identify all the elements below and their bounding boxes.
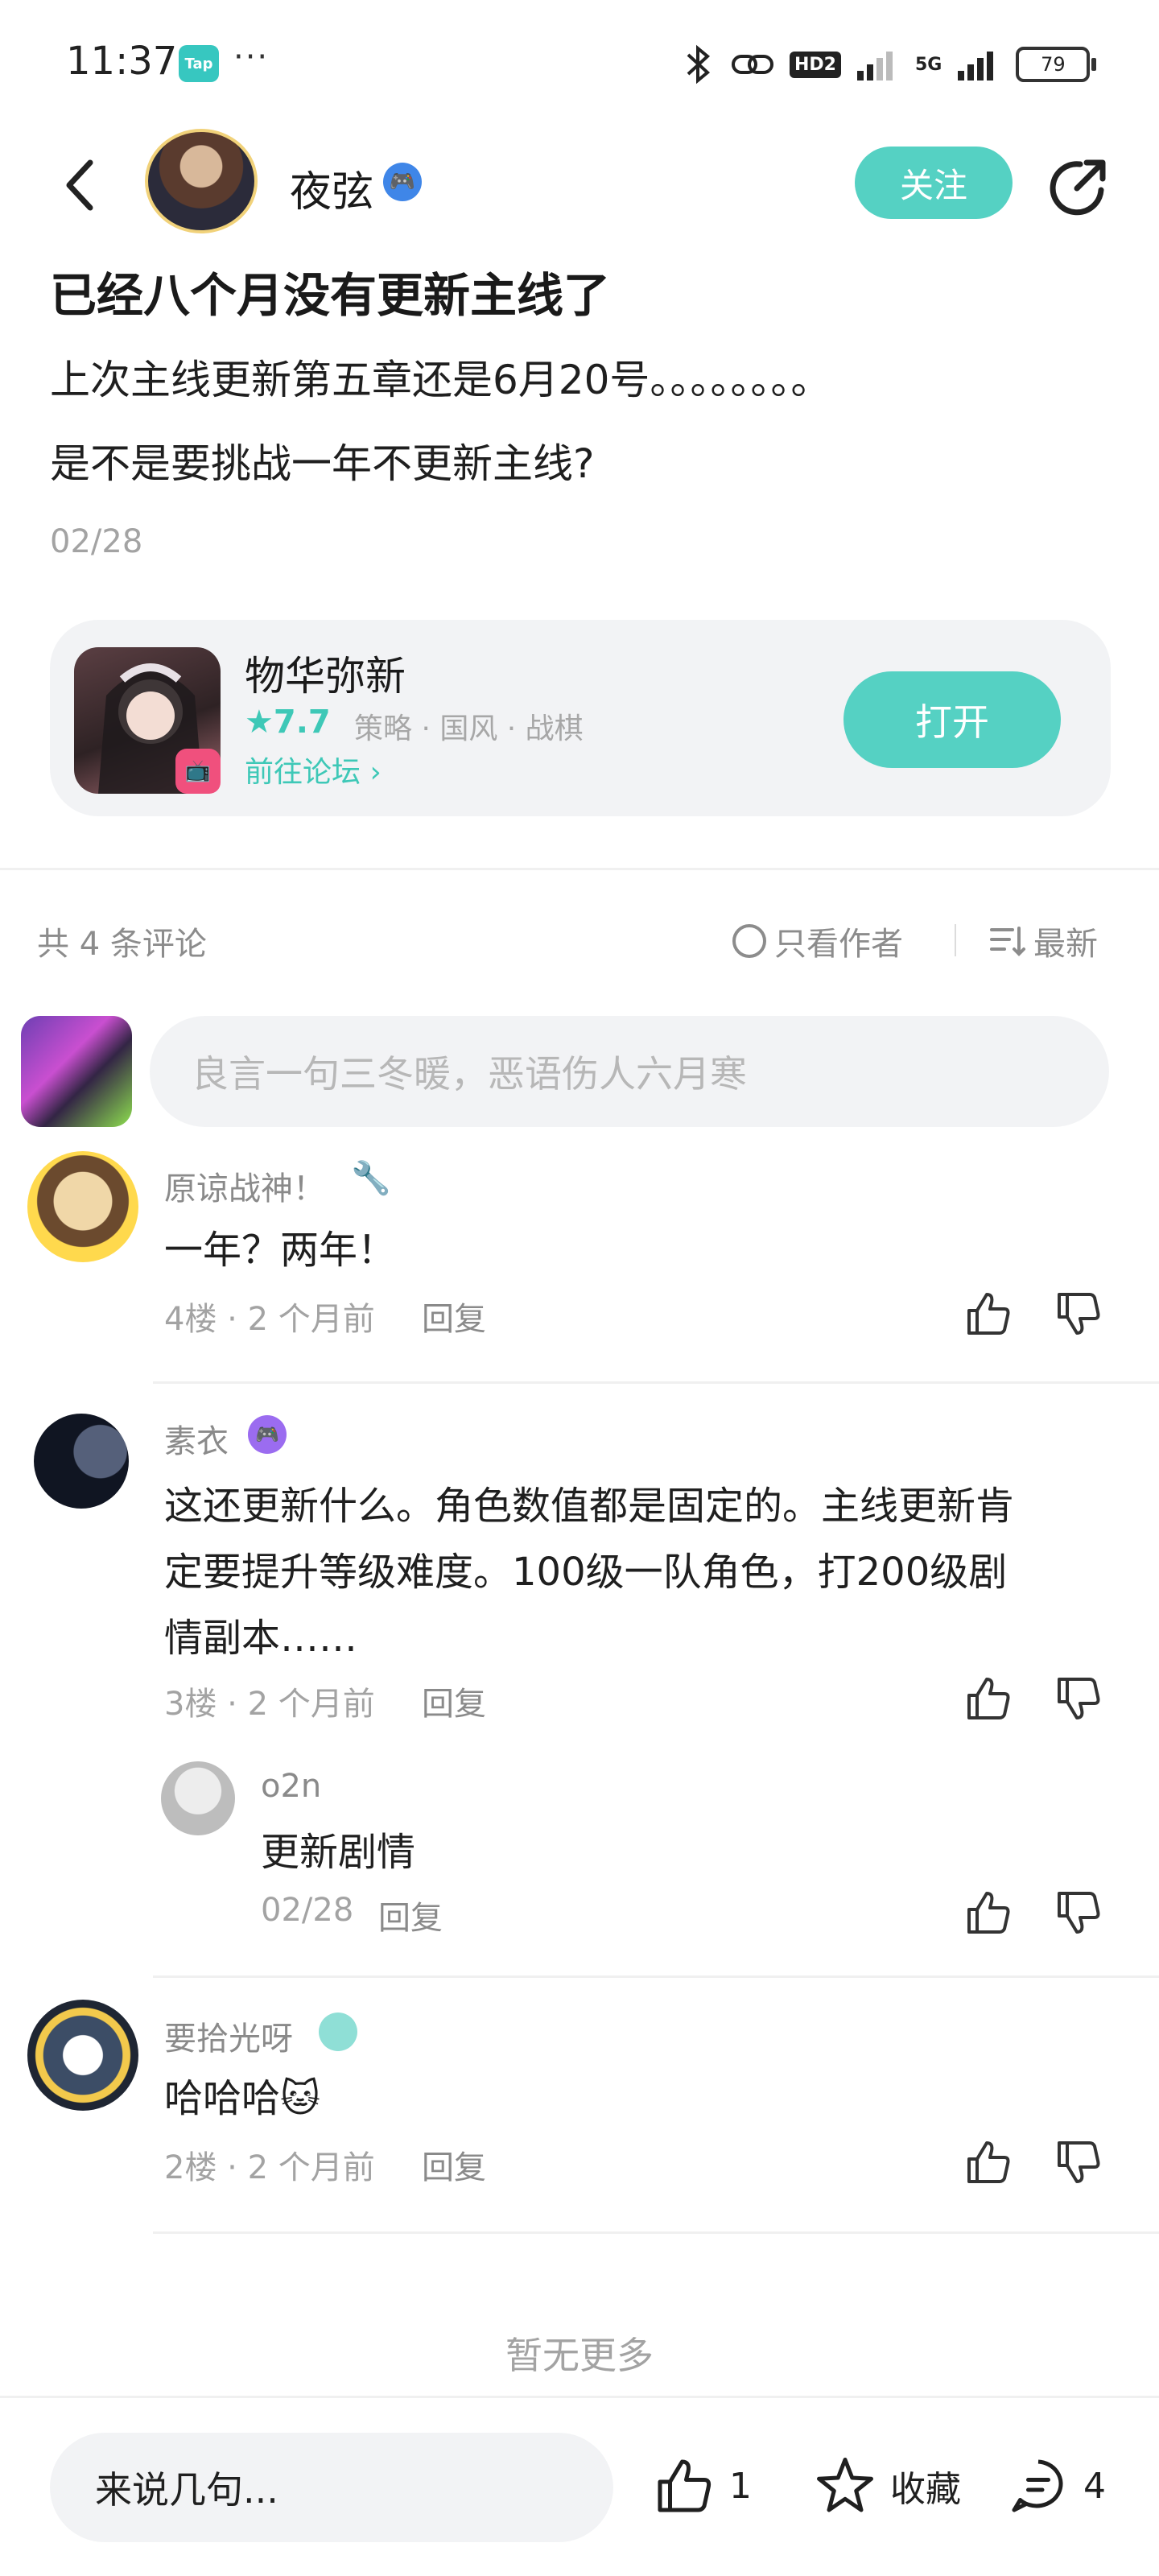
like-icon[interactable] [963, 1288, 1014, 1340]
dislike-icon[interactable] [1053, 2136, 1104, 2188]
forum-link[interactable]: 前往论坛 › [245, 749, 382, 791]
reply-button[interactable]: 回复 [422, 1293, 486, 1340]
status-indicators: HD2 5G 79 [680, 42, 1097, 87]
game-rating: ★7.7 [245, 704, 331, 741]
bilibili-icon: 📺 [175, 749, 221, 794]
status-time: 11:37 [66, 39, 178, 84]
post-body-line: 是不是要挑战一年不更新主线? [50, 440, 595, 487]
comment-separator [153, 1381, 1159, 1384]
comment-body-line: 定要提升等级难度。100级一队角色，打200级剧 [164, 1550, 1008, 1595]
comment-body: 哈哈哈🐱 [164, 2076, 321, 2121]
battery-level: 79 [1041, 53, 1066, 76]
commenter-avatar[interactable] [27, 1151, 138, 1262]
commenter-avatar[interactable] [27, 2000, 138, 2111]
hd-network-badge: HD2 [790, 51, 841, 78]
star-icon [817, 2458, 873, 2512]
dislike-icon[interactable] [1053, 1288, 1104, 1340]
radio-circle-icon [732, 924, 766, 958]
share-icon[interactable] [1045, 155, 1111, 221]
divider [955, 924, 956, 956]
back-button[interactable] [56, 153, 105, 217]
sort-label: 最新 [1033, 926, 1098, 963]
commenter-avatar[interactable] [34, 1414, 129, 1509]
comment-username[interactable]: 原谅战神！ [164, 1162, 325, 1209]
reply-avatar[interactable] [161, 1761, 235, 1835]
bottom-like-button[interactable]: 1 [652, 2454, 752, 2518]
section-divider [0, 868, 1159, 870]
like-icon[interactable] [963, 1887, 1014, 1938]
author-name[interactable]: 夜弦 [290, 158, 373, 218]
game-controller-badge-icon: 🎮 [383, 163, 422, 201]
like-icon [658, 2459, 711, 2512]
comment-count-badge: 4 [1083, 2465, 1106, 2507]
post-title: 已经八个月没有更新主线了 [50, 268, 611, 323]
bluetooth-icon [687, 44, 711, 85]
like-icon[interactable] [963, 2136, 1014, 2188]
comment-username[interactable]: 素衣 [164, 1415, 229, 1462]
comment-count: 共 4 条评论 [37, 926, 207, 963]
comment-body-line: 情副本…… [164, 1616, 358, 1661]
sort-icon [990, 927, 1025, 956]
comment-bubble-icon [1012, 2459, 1063, 2512]
comment-meta: 3楼 · 2 个月前 [164, 1686, 375, 1723]
reply-button[interactable]: 回复 [422, 2141, 486, 2188]
game-name[interactable]: 物华弥新 [245, 644, 406, 702]
like-count: 1 [729, 2465, 752, 2507]
sort-button[interactable]: 最新 [988, 918, 1098, 964]
network-type-label: 5G [914, 54, 942, 75]
comment-body: 一年？两年！ [164, 1228, 397, 1273]
more-notifications-icon: ··· [233, 39, 270, 76]
link-icon [732, 55, 773, 74]
comment-separator [153, 2231, 1159, 2234]
my-avatar [21, 1016, 132, 1127]
comment-body-line: 这还更新什么。角色数值都是固定的。主线更新肯 [164, 1484, 1015, 1529]
follow-button[interactable]: 关注 [855, 147, 1013, 219]
reply-meta: 02/28 [261, 1892, 354, 1929]
favorite-label: 收藏 [890, 2469, 961, 2510]
favorite-button[interactable]: 收藏 [813, 2454, 961, 2518]
reply-button[interactable]: 回复 [378, 1892, 443, 1938]
only-author-label: 只看作者 [774, 926, 903, 963]
battery-indicator: 79 [1016, 47, 1097, 82]
comment-meta: 2楼 · 2 个月前 [164, 2149, 375, 2186]
comments-button[interactable]: 4 [1006, 2454, 1106, 2518]
tap-app-icon: Tap [179, 45, 219, 82]
comment-meta: 4楼 · 2 个月前 [164, 1301, 375, 1338]
comment-input[interactable]: 良言一句三冬暖，恶语伤人六月寒 [150, 1016, 1109, 1127]
reply-button[interactable]: 回复 [422, 1678, 486, 1724]
post-date: 02/28 [50, 523, 143, 560]
open-game-button[interactable]: 打开 [843, 671, 1061, 768]
like-icon[interactable] [963, 1673, 1014, 1724]
bottom-comment-input[interactable]: 来说几句... [50, 2433, 613, 2542]
author-avatar[interactable] [145, 129, 258, 233]
comment-separator [153, 1975, 1159, 1978]
dislike-icon[interactable] [1053, 1673, 1104, 1724]
post-body-line: 上次主线更新第五章还是6月20号。。。。。。。。 [50, 357, 831, 403]
dislike-icon[interactable] [1053, 1887, 1104, 1938]
only-author-toggle[interactable]: 只看作者 [732, 918, 903, 964]
game-tags: 策略 · 国风 · 战棋 [354, 712, 584, 745]
comment-username[interactable]: 要拾光呀 [164, 2013, 293, 2059]
user-badge-icon [319, 2013, 357, 2051]
reply-body: 更新剧情 [261, 1830, 416, 1875]
user-badge-icon: 🔧 [351, 1160, 391, 1197]
signal-icon [856, 52, 893, 80]
game-controller-badge-icon: 🎮 [248, 1415, 287, 1454]
reply-username[interactable]: o2n [261, 1768, 321, 1805]
signal-5g-icon [958, 52, 994, 80]
no-more-label: 暂无更多 [505, 2334, 654, 2377]
